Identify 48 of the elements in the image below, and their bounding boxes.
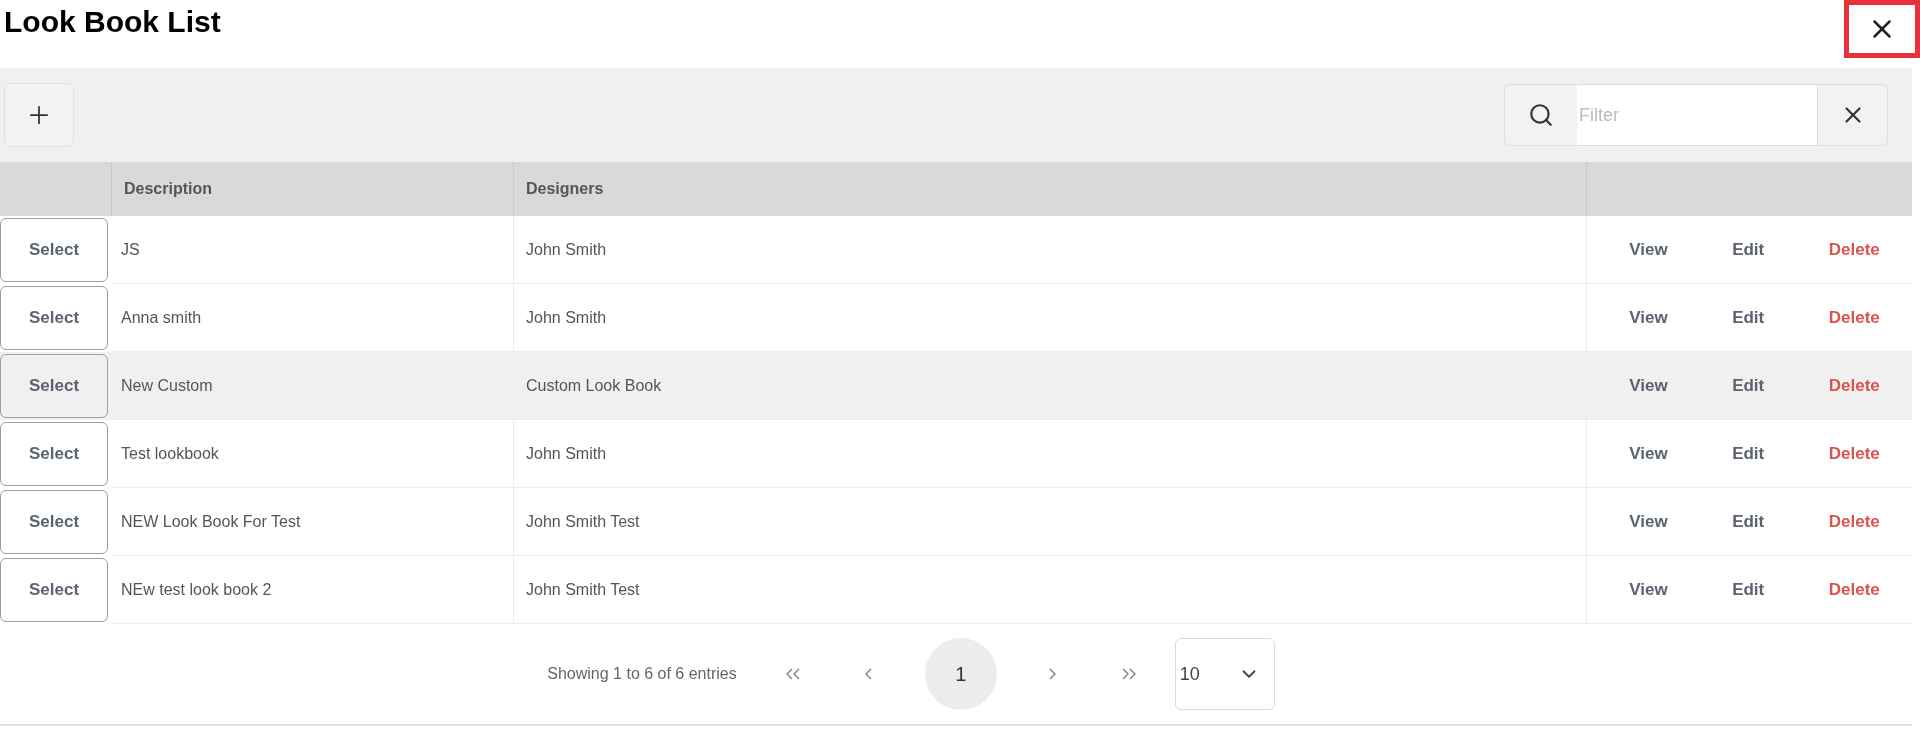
delete-link[interactable]: Delete [1828,304,1880,331]
delete-link[interactable]: Delete [1828,372,1880,399]
double-chevron-right-icon [1121,668,1136,680]
select-button[interactable]: Select [0,354,108,418]
select-button[interactable]: Select [0,286,108,350]
edit-link[interactable]: Edit [1732,236,1765,263]
page-size-select[interactable]: 10 [1174,638,1275,710]
column-header: Description [112,162,514,216]
column-header: Designers [514,162,1587,216]
view-link[interactable]: View [1629,372,1668,399]
delete-link[interactable]: Delete [1828,236,1880,263]
edit-link[interactable]: Edit [1732,304,1765,331]
table-cell: NEW Look Book For Test [112,488,514,556]
edit-link[interactable]: Edit [1732,508,1765,535]
table-cell: New Custom [112,352,514,420]
edit-link[interactable]: Edit [1732,372,1765,399]
select-button[interactable]: Select [0,218,108,282]
select-button[interactable]: Select [0,422,108,486]
delete-link[interactable]: Delete [1828,440,1880,467]
select-button[interactable]: Select [0,490,108,554]
table-cell: Test lookbook [112,420,514,488]
view-link[interactable]: View [1629,576,1668,603]
table-cell: John Smith Test [514,556,1587,624]
table-cell: John Smith [514,420,1587,488]
double-chevron-left-icon [785,668,800,680]
page-title: Look Book List [3,4,221,40]
view-link[interactable]: View [1629,440,1668,467]
table-cell: NEw test look book 2 [112,556,514,624]
table-cell: John Smith [514,284,1587,352]
page-button[interactable]: 1 [924,638,997,710]
edit-link[interactable]: Edit [1732,576,1765,603]
delete-link[interactable]: Delete [1828,576,1880,603]
add-button[interactable] [4,83,74,147]
chevron-right-icon [1049,668,1057,680]
table-cell: John Smith [514,216,1587,284]
entries-summary: Showing 1 to 6 of 6 entries [547,664,737,684]
view-link[interactable]: View [1629,236,1668,263]
table-cell: Anna smith [112,284,514,352]
table-cell: Custom Look Book [514,352,1587,420]
chevron-left-icon [865,668,873,680]
view-link[interactable]: View [1629,304,1668,331]
delete-link[interactable]: Delete [1828,508,1880,535]
select-button[interactable]: Select [0,558,108,622]
view-link[interactable]: View [1629,508,1668,535]
table-cell: John Smith Test [514,488,1587,556]
edit-link[interactable]: Edit [1732,440,1765,467]
table-cell: JS [112,216,514,284]
close-button[interactable] [1844,0,1920,58]
